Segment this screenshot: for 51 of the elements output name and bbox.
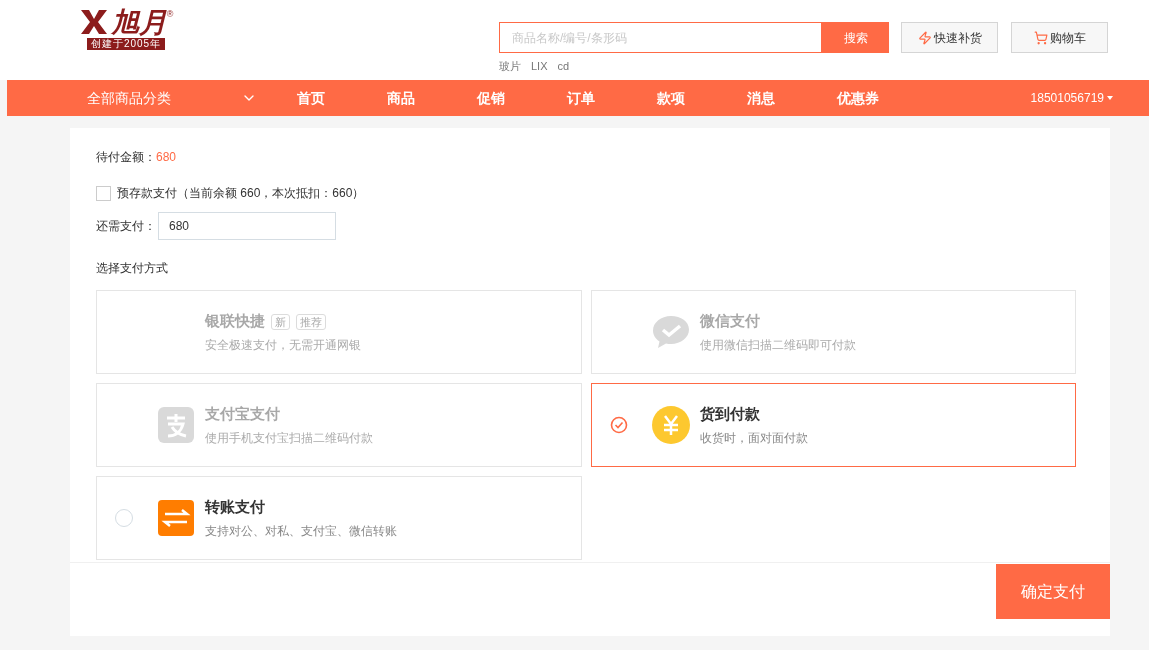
payment-description: 使用微信扫描二维码即可付款 xyxy=(699,336,856,354)
yuan-coin-icon xyxy=(651,406,690,444)
nav-link[interactable]: 订单 xyxy=(567,87,607,109)
hot-keyword-link[interactable]: LIX xyxy=(531,58,548,75)
payment-description: 安全极速支付，无需开通网银 xyxy=(205,336,361,354)
payment-option[interactable]: 转账支付 支持对公、对私、支付宝、微信转账 xyxy=(96,476,582,560)
cart-button[interactable]: 购物车 xyxy=(1011,22,1108,53)
payment-title: 支付宝支付 xyxy=(205,404,280,425)
search-button[interactable]: 搜索 xyxy=(822,22,889,53)
radio-button[interactable] xyxy=(115,509,133,527)
payment-title: 银联快捷 xyxy=(205,311,265,332)
nav-link[interactable]: 优惠券 xyxy=(837,87,879,109)
user-menu[interactable]: 18501056719 xyxy=(1030,89,1113,107)
due-label: 待付金额： xyxy=(96,149,156,166)
payment-title: 货到付款 xyxy=(699,404,760,425)
logo-tagline: 创建于2005年 xyxy=(86,38,166,50)
registered-mark: ® xyxy=(166,8,174,19)
remaining-label: 还需支付： xyxy=(96,218,156,235)
nav-link[interactable]: 消息 xyxy=(747,87,787,109)
payment-description: 使用手机支付宝扫描二维码付款 xyxy=(205,429,373,447)
logo[interactable]: 旭月® 创建于2005年 xyxy=(70,8,182,50)
section-title: 选择支付方式 xyxy=(96,260,169,277)
alipay-icon xyxy=(158,407,194,443)
nav-link[interactable]: 款项 xyxy=(657,87,697,109)
payment-title: 微信支付 xyxy=(699,311,760,332)
logo-x-icon xyxy=(78,8,109,36)
quick-restock-button[interactable]: 快速补货 xyxy=(901,22,998,53)
category-menu[interactable]: 全部商品分类 xyxy=(87,87,257,109)
checkbox[interactable] xyxy=(96,185,111,201)
payment-title: 转账支付 xyxy=(205,497,265,518)
transfer-arrows-icon xyxy=(158,500,194,536)
caret-icon xyxy=(1107,96,1113,100)
amount-field[interactable]: 680 xyxy=(158,212,336,240)
logo-text: 旭月 xyxy=(110,8,167,38)
payment-description: 支持对公、对私、支付宝、微信转账 xyxy=(205,522,397,540)
nav-link[interactable]: 促销 xyxy=(477,87,517,109)
confirm-button[interactable]: 确定支付 xyxy=(996,564,1110,619)
hot-keyword-link[interactable]: cd xyxy=(557,58,570,75)
hot-keyword-link[interactable]: 玻片 xyxy=(499,58,521,75)
tag: 新 xyxy=(271,313,290,330)
due-amount: 680 xyxy=(156,149,177,166)
nav-link[interactable]: 首页 xyxy=(297,87,337,109)
deposit-label: 预存款支付（当前余额 660，本次抵扣：660） xyxy=(117,185,365,202)
payment-option[interactable]: 货到付款 收货时，面对面付款 xyxy=(590,383,1076,467)
chat-bubble-icon xyxy=(651,315,690,349)
check-circle-icon[interactable] xyxy=(609,416,628,434)
lightning-icon xyxy=(917,30,932,45)
tag: 推荐 xyxy=(296,313,326,330)
payment-description: 收货时，面对面付款 xyxy=(699,429,808,447)
nav-link[interactable]: 商品 xyxy=(387,87,427,109)
cart-icon xyxy=(1033,30,1048,45)
